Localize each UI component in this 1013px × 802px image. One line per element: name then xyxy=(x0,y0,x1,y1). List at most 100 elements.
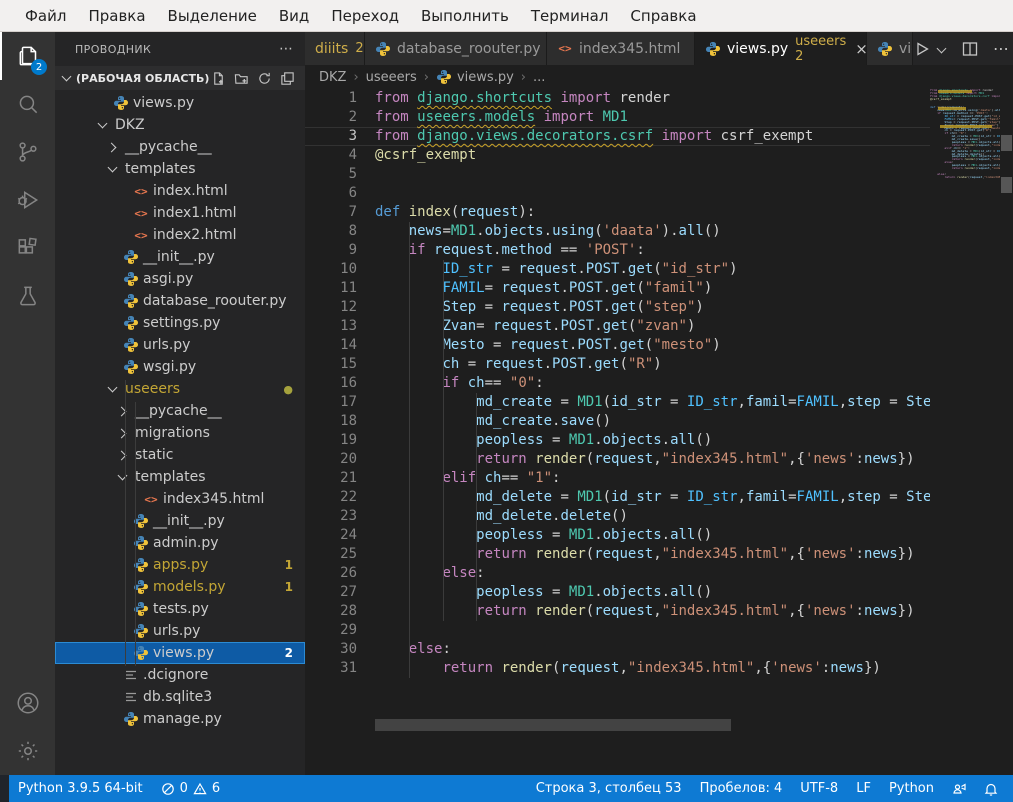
menu-item-Выполнить[interactable]: Выполнить xyxy=(410,0,520,32)
code-line[interactable]: return render(request,"index345.html",{'… xyxy=(305,545,930,564)
split-editor-icon[interactable] xyxy=(961,40,979,58)
new-folder-icon[interactable] xyxy=(234,71,249,86)
code-line[interactable]: return render(request,"index345.html",{'… xyxy=(305,659,930,678)
tab-index345.html[interactable]: <>index345.html xyxy=(547,32,695,65)
breadcrumb-item-...[interactable]: ... xyxy=(533,70,545,85)
code-line[interactable]: peopless = MD1.objects.all() xyxy=(305,583,930,602)
cursor-position-status[interactable]: Строка 3, столбец 53 xyxy=(527,775,691,802)
code-line[interactable]: @csrf_exempt xyxy=(305,146,930,165)
tab-diiits[interactable]: diiits2● xyxy=(305,32,365,65)
account-icon[interactable] xyxy=(0,679,55,727)
code-line[interactable] xyxy=(305,621,930,640)
code-line[interactable] xyxy=(305,165,930,184)
new-file-icon[interactable] xyxy=(211,71,226,86)
breadcrumb-item-DKZ[interactable]: DKZ xyxy=(319,70,346,85)
code-line[interactable]: md_delete = MD1(id_str = ID_str,famil=FA… xyxy=(305,488,930,507)
tree-item-views.py[interactable]: views.py xyxy=(55,92,305,114)
testing-icon[interactable] xyxy=(0,272,55,320)
code-line[interactable] xyxy=(305,184,930,203)
menu-item-Вид[interactable]: Вид xyxy=(268,0,320,32)
code-line[interactable]: Step = request.POST.get("step") xyxy=(305,298,930,317)
tree-item-migrations[interactable]: migrations xyxy=(55,422,305,444)
menu-item-Переход[interactable]: Переход xyxy=(320,0,410,32)
workspace-section-header[interactable]: (РАБОЧАЯ ОБЛАСТЬ) ... xyxy=(55,66,305,90)
code-line[interactable]: from django.views.decorators.csrf import… xyxy=(305,127,930,146)
breadcrumb-item-useeers[interactable]: useeers xyxy=(366,70,417,85)
code-line[interactable]: ID_str = request.POST.get("id_str") xyxy=(305,260,930,279)
source-control-icon[interactable] xyxy=(0,128,55,176)
collapse-folders-icon[interactable] xyxy=(280,71,295,86)
tab-database_roouter.py[interactable]: database_roouter.py xyxy=(365,32,547,65)
tree-item-wsgi.py[interactable]: wsgi.py xyxy=(55,356,305,378)
run-python-file-button[interactable] xyxy=(913,40,931,58)
code-line[interactable]: md_create = MD1(id_str = ID_str,famil=FA… xyxy=(305,393,930,412)
tree-item-static[interactable]: static xyxy=(55,444,305,466)
tree-item-settings.py[interactable]: settings.py xyxy=(55,312,305,334)
menu-item-Выделение[interactable]: Выделение xyxy=(157,0,268,32)
sidebar-more-icon[interactable]: ⋯ xyxy=(279,41,293,57)
code-line[interactable]: def index(request): xyxy=(305,203,930,222)
code-line[interactable]: if request.method == 'POST': xyxy=(305,241,930,260)
code-line[interactable]: news=MD1.objects.using('daata').all() xyxy=(305,222,930,241)
tree-item-templates[interactable]: templates xyxy=(55,158,305,180)
tree-item-__init__.py[interactable]: __init__.py xyxy=(55,246,305,268)
minimap[interactable]: from django.shortcuts import renderfrom … xyxy=(930,89,1000,289)
tree-item-tests.py[interactable]: tests.py xyxy=(55,598,305,620)
menu-item-Правка[interactable]: Правка xyxy=(77,0,156,32)
menu-item-Терминал[interactable]: Терминал xyxy=(520,0,620,32)
breadcrumb-item-views.py[interactable]: views.py xyxy=(436,69,514,85)
code-line[interactable]: peopless = MD1.objects.all() xyxy=(305,431,930,450)
tree-item-urls.py[interactable]: urls.py xyxy=(55,620,305,642)
language-mode-status[interactable]: Python xyxy=(880,775,943,802)
more-actions-icon[interactable]: ⋯ xyxy=(993,39,1010,58)
feedback-icon[interactable] xyxy=(943,775,975,802)
code-line[interactable]: peopless = MD1.objects.all() xyxy=(305,526,930,545)
code-line[interactable]: return render(request,"index345.html",{'… xyxy=(305,450,930,469)
tab-vie[interactable]: vie xyxy=(867,32,913,65)
code-line[interactable]: else: xyxy=(305,640,930,659)
code-line[interactable]: else: xyxy=(305,564,930,583)
horizontal-scrollbar[interactable] xyxy=(375,719,731,731)
code-line[interactable]: FAMIL= request.POST.get("famil") xyxy=(305,279,930,298)
code-line[interactable]: ch = request.POST.get("R") xyxy=(305,355,930,374)
tree-item-__pycache__[interactable]: __pycache__ xyxy=(55,136,305,158)
code-line[interactable]: from useeers.models import MD1 xyxy=(305,108,930,127)
tree-item-views.py[interactable]: views.py2 xyxy=(55,642,305,664)
code-line[interactable]: from django.shortcuts import render xyxy=(305,89,930,108)
extensions-icon[interactable] xyxy=(0,224,55,272)
tab-views.py[interactable]: views.pyuseeers 2× xyxy=(695,32,867,65)
explorer-icon[interactable]: 2 xyxy=(0,32,55,80)
tree-item-apps.py[interactable]: apps.py1 xyxy=(55,554,305,576)
eol-status[interactable]: LF xyxy=(847,775,880,802)
run-and-debug-icon[interactable] xyxy=(0,176,55,224)
tree-item-admin.py[interactable]: admin.py xyxy=(55,532,305,554)
menu-item-Файл[interactable]: Файл xyxy=(14,0,77,32)
problems-status[interactable]: 0 6 xyxy=(152,775,230,802)
encoding-status[interactable]: UTF-8 xyxy=(791,775,847,802)
indentation-status[interactable]: Пробелов: 4 xyxy=(691,775,792,802)
code-line[interactable]: Mesto = request.POST.get("mesto") xyxy=(305,336,930,355)
notifications-bell-icon[interactable] xyxy=(975,775,1007,802)
python-interpreter-status[interactable]: Python 3.9.5 64-bit xyxy=(9,775,152,802)
run-dropdown-chevron-icon[interactable] xyxy=(937,44,947,54)
code-line[interactable]: elif ch== "1": xyxy=(305,469,930,488)
code-line[interactable]: Zvan= request.POST.get("zvan") xyxy=(305,317,930,336)
tree-item-asgi.py[interactable]: asgi.py xyxy=(55,268,305,290)
tree-item-DKZ[interactable]: DKZ xyxy=(55,114,305,136)
tree-item-manage.py[interactable]: manage.py xyxy=(55,708,305,730)
remote-indicator[interactable] xyxy=(0,775,9,802)
tree-item-index.html[interactable]: <>index.html xyxy=(55,180,305,202)
tree-item-__pycache__[interactable]: __pycache__ xyxy=(55,400,305,422)
tree-item-useeers[interactable]: useeers● xyxy=(55,378,305,400)
code-line[interactable]: return render(request,"index345.html",{'… xyxy=(305,602,930,621)
tree-item-models.py[interactable]: models.py1 xyxy=(55,576,305,598)
tree-item-.dcignore[interactable]: .dcignore xyxy=(55,664,305,686)
code-line[interactable]: md_delete.delete() xyxy=(305,507,930,526)
settings-gear-icon[interactable] xyxy=(0,727,55,775)
refresh-icon[interactable] xyxy=(257,71,272,86)
code-line[interactable]: md_create.save() xyxy=(305,412,930,431)
tree-item-index1.html[interactable]: <>index1.html xyxy=(55,202,305,224)
vertical-scrollbar[interactable] xyxy=(1000,89,1013,775)
tree-item-urls.py[interactable]: urls.py xyxy=(55,334,305,356)
tree-item-db.sqlite3[interactable]: db.sqlite3 xyxy=(55,686,305,708)
